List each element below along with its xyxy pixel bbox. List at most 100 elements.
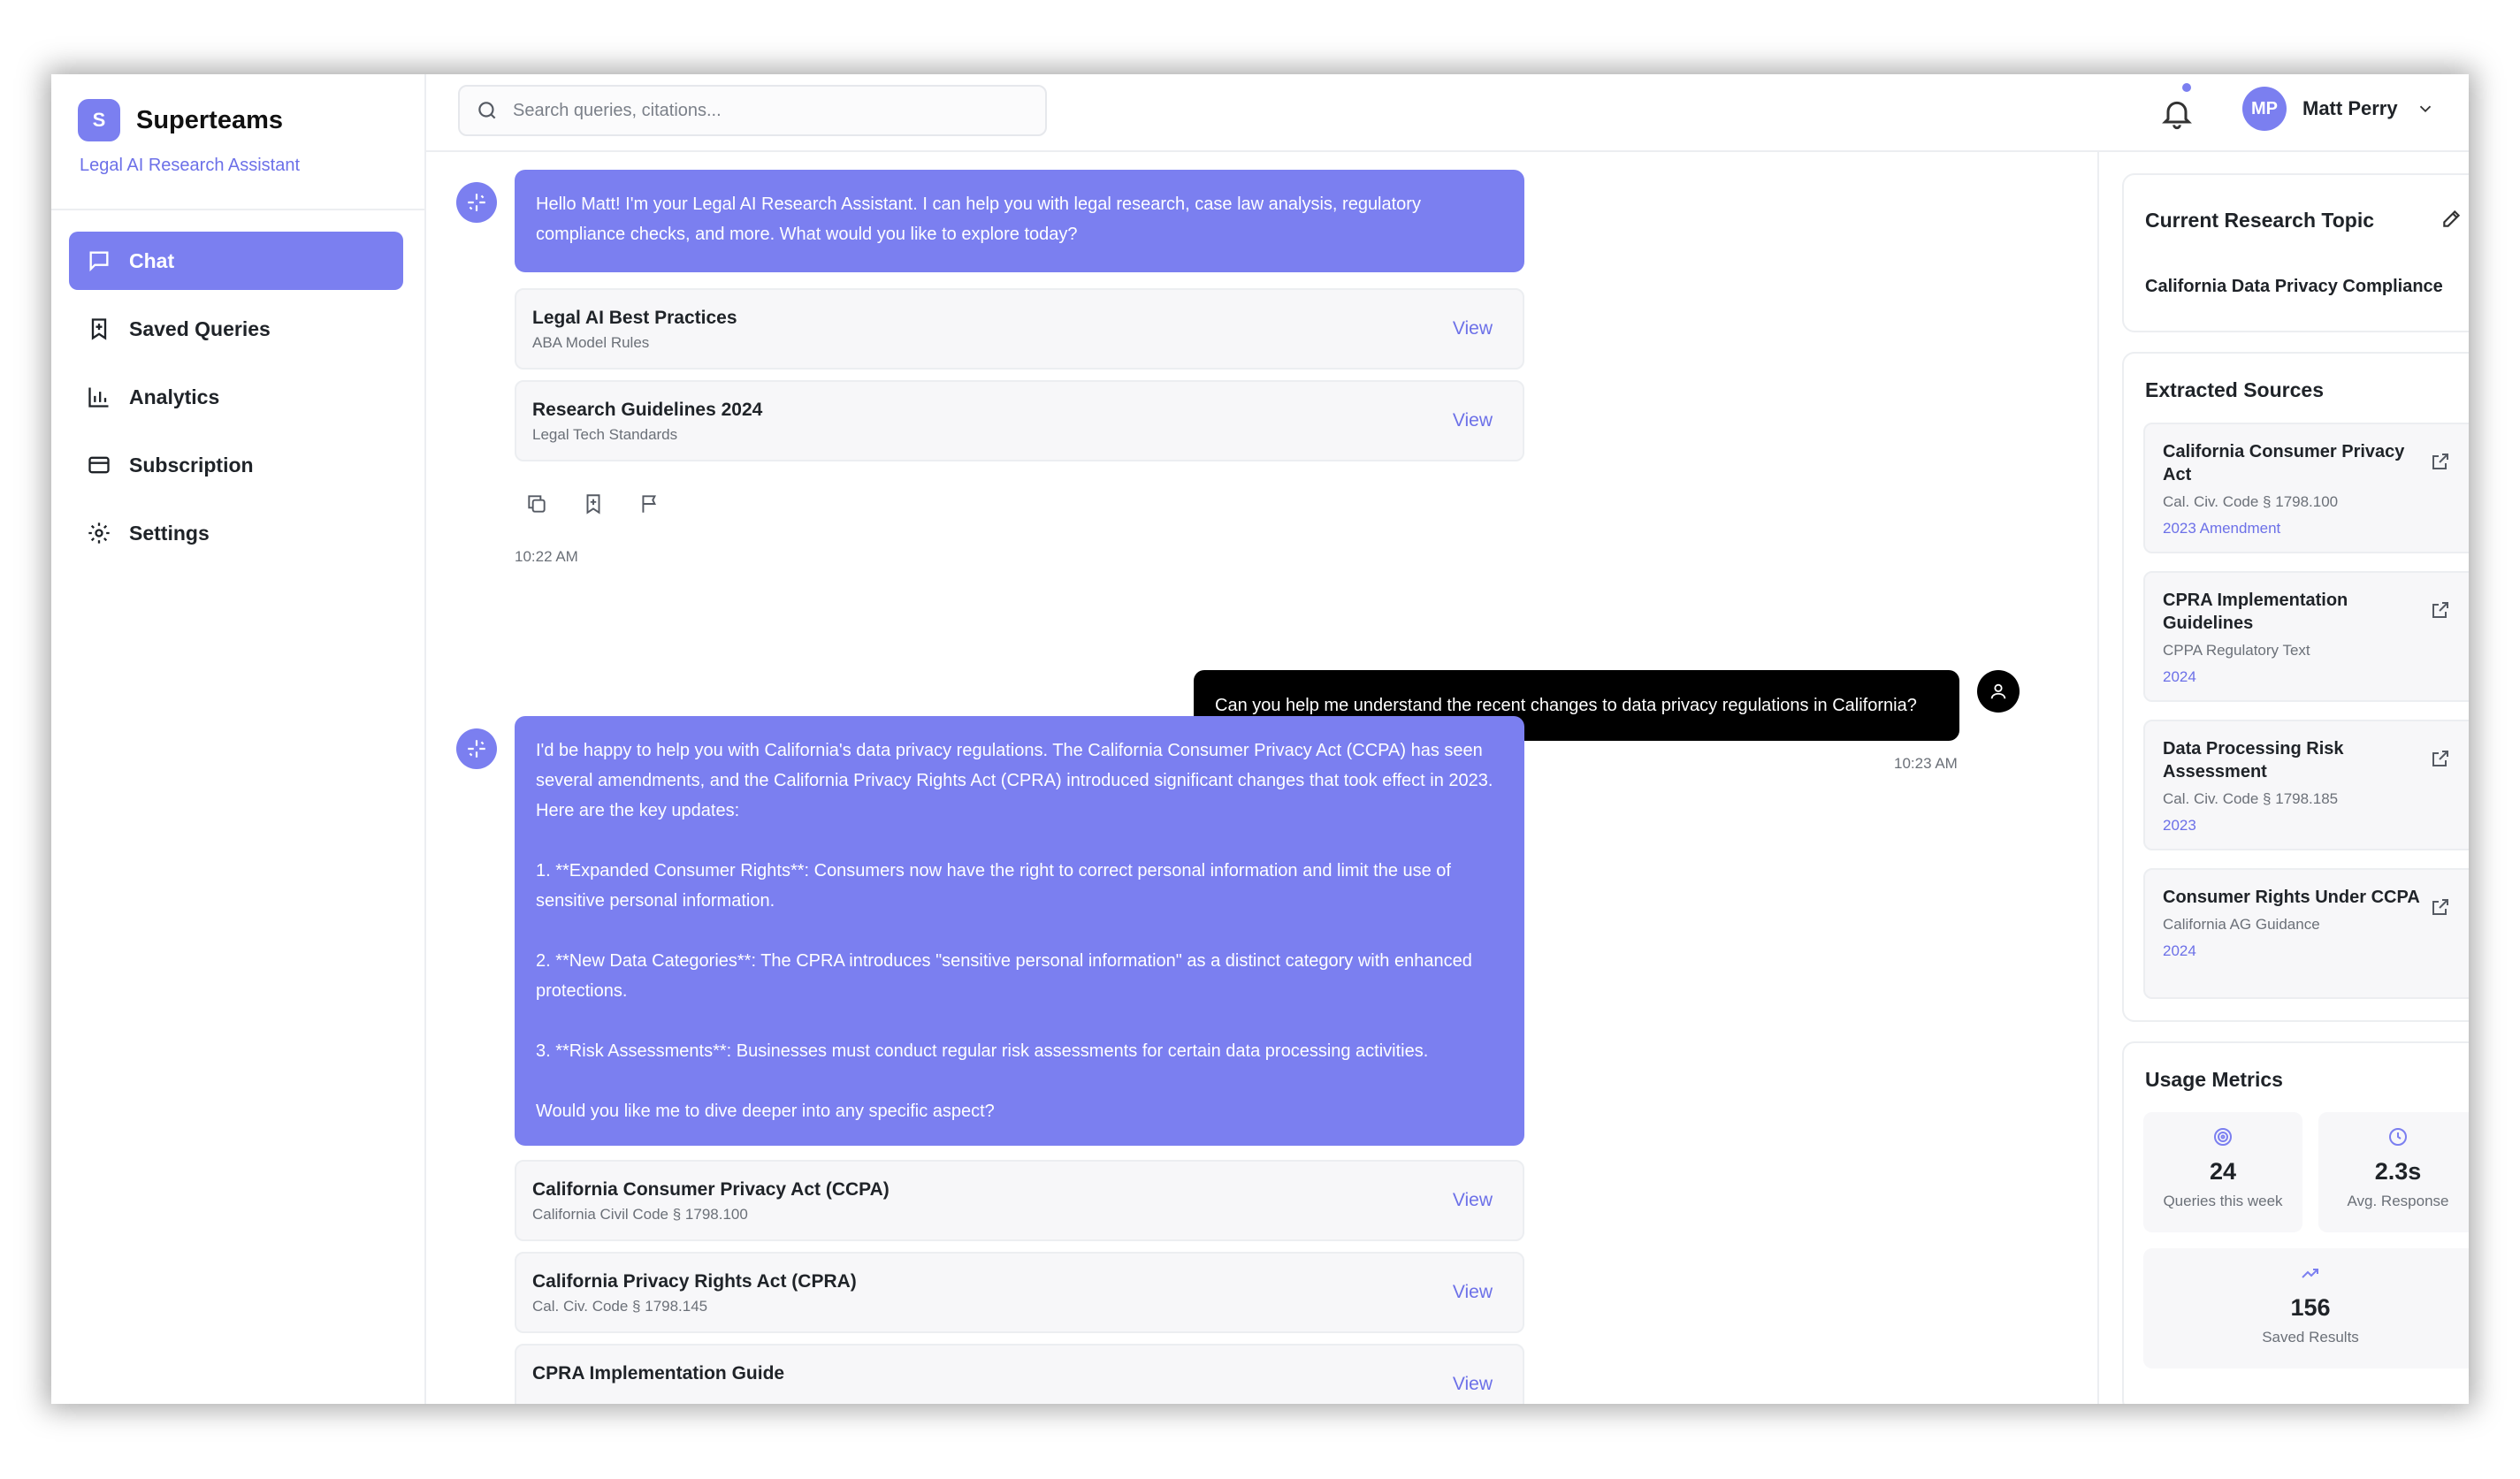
- target-icon: [2214, 1128, 2232, 1146]
- source-title: Research Guidelines 2024: [532, 400, 763, 420]
- chat-icon: [89, 251, 109, 272]
- extracted-source-item[interactable]: Data Processing Risk Assessment Cal. Civ…: [2143, 720, 2469, 850]
- source-subtitle: Cal. Civ. Code § 1798.145: [532, 1298, 708, 1315]
- source-card[interactable]: Research Guidelines 2024 Legal Tech Stan…: [515, 380, 1524, 461]
- extracted-source-citation: CPPA Regulatory Text: [2163, 642, 2310, 659]
- sidebar-item-label: Chat: [129, 248, 175, 272]
- metric-label: Saved Results: [2262, 1329, 2359, 1346]
- assistant-avatar: [456, 728, 497, 769]
- source-subtitle: ABA Model Rules: [532, 334, 650, 351]
- message-timestamp: 10:23 AM: [1894, 755, 1958, 772]
- brand-logo: S: [78, 99, 120, 141]
- source-card[interactable]: Legal AI Best Practices ABA Model Rules …: [515, 288, 1524, 370]
- metric-response: 2.3s Avg. Response: [2318, 1112, 2469, 1232]
- credit-card-icon: [88, 456, 110, 474]
- extracted-source-item[interactable]: CPRA Implementation Guidelines CPPA Regu…: [2143, 571, 2469, 702]
- chevron-down-icon: [2419, 105, 2431, 113]
- view-link[interactable]: View: [1453, 1190, 1493, 1211]
- source-title: CPRA Implementation Guide: [532, 1363, 785, 1384]
- sidebar-item-analytics[interactable]: Analytics: [69, 368, 403, 426]
- view-link[interactable]: View: [1453, 1282, 1493, 1303]
- extracted-source-citation: Cal. Civ. Code § 1798.100: [2163, 493, 2339, 510]
- source-card[interactable]: California Privacy Rights Act (CPRA) Cal…: [515, 1252, 1524, 1333]
- right-panel: Current Research Topic California Data P…: [2097, 152, 2469, 1404]
- message-paragraph: 1. **Expanded Consumer Rights**: Consume…: [536, 861, 1451, 911]
- bell-icon[interactable]: [2159, 95, 2195, 131]
- copy-icon[interactable]: [525, 492, 548, 515]
- avatar: MP: [2242, 87, 2287, 131]
- sparkle-icon: [468, 740, 485, 758]
- research-topic-card: Current Research Topic California Data P…: [2122, 173, 2469, 332]
- source-subtitle: California Civil Code § 1798.100: [532, 1206, 748, 1223]
- extracted-sources-card: Extracted Sources California Consumer Pr…: [2122, 352, 2469, 1022]
- metric-saved: 156 Saved Results: [2143, 1248, 2469, 1368]
- gear-icon: [88, 522, 110, 544]
- sparkle-icon: [468, 194, 485, 211]
- user-name: Matt Perry: [2302, 97, 2398, 119]
- user-message-avatar: [1977, 670, 2020, 713]
- extracted-source-title: Consumer Rights Under CCPA: [2163, 888, 2420, 907]
- bookmark-icon: [91, 318, 107, 340]
- metric-value: 24: [2209, 1158, 2237, 1185]
- notification-dot: [2182, 83, 2191, 92]
- source-title: Legal AI Best Practices: [532, 308, 737, 328]
- metric-value: 2.3s: [2374, 1158, 2422, 1185]
- brand[interactable]: S Superteams: [78, 99, 283, 141]
- external-link-icon[interactable]: [2430, 599, 2451, 621]
- view-link[interactable]: View: [1453, 1374, 1493, 1395]
- bar-chart-icon: [88, 387, 109, 408]
- trending-up-icon: [2302, 1269, 2318, 1278]
- assistant-message: Hello Matt! I'm your Legal AI Research A…: [515, 170, 1524, 272]
- external-link-icon[interactable]: [2430, 748, 2451, 769]
- extracted-source-item[interactable]: Consumer Rights Under CCPA California AG…: [2143, 868, 2469, 999]
- view-link[interactable]: View: [1453, 410, 1493, 431]
- brand-subtitle: Legal AI Research Assistant: [80, 156, 301, 175]
- extracted-source-year: 2023: [2163, 817, 2196, 834]
- message-text: Hello Matt! I'm your Legal AI Research A…: [536, 194, 1421, 244]
- assistant-avatar: [456, 182, 497, 223]
- message-paragraph: Would you like me to dive deeper into an…: [536, 1102, 995, 1121]
- brand-name: Superteams: [136, 105, 284, 134]
- research-topic-heading: Current Research Topic: [2145, 209, 2375, 232]
- external-link-icon[interactable]: [2430, 451, 2451, 472]
- message-text: Can you help me understand the recent ch…: [1215, 695, 1917, 715]
- search-box[interactable]: [458, 85, 1047, 136]
- extracted-source-citation: Cal. Civ. Code § 1798.185: [2163, 790, 2339, 807]
- source-card[interactable]: CPRA Implementation Guide View: [515, 1344, 1524, 1404]
- extracted-source-year: 2024: [2163, 668, 2196, 685]
- extracted-source-year: 2024: [2163, 942, 2196, 959]
- source-title: California Consumer Privacy Act (CCPA): [532, 1179, 890, 1200]
- sidebar-item-settings[interactable]: Settings: [69, 504, 403, 562]
- usage-metrics-card: Usage Metrics 24 Queries this week 2.3s …: [2122, 1041, 2469, 1404]
- message-timestamp: 10:22 AM: [515, 548, 578, 565]
- sidebar: S Superteams Legal AI Research Assistant…: [51, 74, 426, 1404]
- message-paragraph: 2. **New Data Categories**: The CPRA int…: [536, 951, 1472, 1001]
- metric-label: Queries this week: [2163, 1193, 2283, 1209]
- metric-label: Avg. Response: [2347, 1193, 2449, 1209]
- bookmark-add-icon[interactable]: [582, 492, 605, 515]
- extracted-source-item[interactable]: California Consumer Privacy Act Cal. Civ…: [2143, 423, 2469, 553]
- assistant-message: I'd be happy to help you with California…: [515, 716, 1524, 1146]
- search-input[interactable]: [513, 100, 1008, 121]
- sidebar-divider: [51, 209, 424, 210]
- message-paragraph: 3. **Risk Assessments**: Businesses must…: [536, 1041, 1429, 1061]
- edit-icon[interactable]: [2440, 207, 2463, 230]
- sidebar-item-subscription[interactable]: Subscription: [69, 436, 403, 494]
- extracted-source-citation: California AG Guidance: [2163, 916, 2320, 933]
- sidebar-item-label: Analytics: [129, 385, 220, 408]
- chat-area: Hello Matt! I'm your Legal AI Research A…: [426, 152, 2097, 1404]
- user-menu[interactable]: MP Matt Perry: [2242, 87, 2435, 131]
- sidebar-item-chat[interactable]: Chat: [69, 232, 403, 290]
- extracted-source-year: 2023 Amendment: [2163, 520, 2281, 537]
- app-window: S Superteams Legal AI Research Assistant…: [51, 74, 2469, 1404]
- message-actions: [525, 492, 695, 515]
- external-link-icon[interactable]: [2430, 896, 2451, 918]
- extracted-source-title: Data Processing Risk Assessment: [2163, 739, 2344, 781]
- source-card[interactable]: California Consumer Privacy Act (CCPA) C…: [515, 1160, 1524, 1241]
- sidebar-nav: Chat Saved Queries Analytics Subscriptio…: [69, 232, 403, 572]
- sidebar-item-label: Settings: [129, 521, 210, 545]
- flag-icon[interactable]: [638, 492, 661, 515]
- sidebar-item-saved-queries[interactable]: Saved Queries: [69, 300, 403, 358]
- view-link[interactable]: View: [1453, 318, 1493, 339]
- search-icon: [478, 102, 496, 119]
